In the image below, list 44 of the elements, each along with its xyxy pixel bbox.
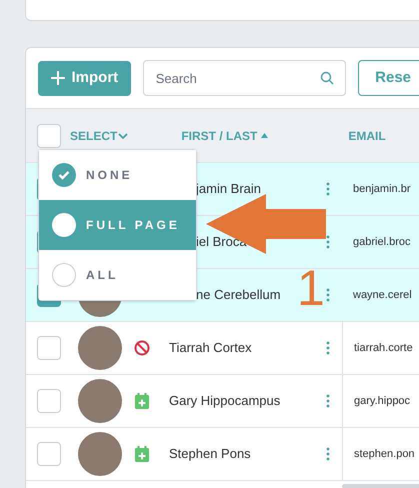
more-icon[interactable] bbox=[326, 447, 330, 461]
email-text: benjamin.br bbox=[353, 182, 410, 197]
reset-button[interactable]: Rese bbox=[358, 60, 419, 96]
select-header[interactable]: SELECT bbox=[70, 126, 128, 144]
dropdown-option[interactable]: ALL bbox=[39, 250, 196, 300]
dropdown-option[interactable]: FULL PAGE bbox=[39, 200, 196, 250]
row-checkbox[interactable] bbox=[37, 336, 61, 360]
email-text: stephen.pon bbox=[354, 446, 415, 462]
more-icon[interactable] bbox=[326, 288, 330, 302]
name-text: Gary Hippocampus bbox=[169, 392, 280, 410]
step-number: 1 bbox=[297, 268, 325, 308]
sort-up-icon bbox=[261, 133, 268, 138]
plus-icon bbox=[50, 71, 65, 85]
email-text: tiarrah.corte bbox=[354, 340, 413, 356]
table-row[interactable]: Tiarrah Cortex tiarrah.corte bbox=[26, 322, 419, 375]
name-text: jamin Brain bbox=[196, 180, 262, 198]
search-icon bbox=[320, 71, 334, 85]
email-text: wayne.cerel bbox=[353, 288, 412, 303]
more-icon[interactable] bbox=[326, 341, 330, 355]
table-row[interactable]: Stephen Pons stephen.pon bbox=[26, 428, 419, 481]
row-checkbox[interactable] bbox=[37, 442, 61, 466]
calendar-plus-icon bbox=[135, 446, 149, 462]
ban-icon bbox=[134, 340, 150, 356]
import-button[interactable]: Import bbox=[38, 60, 131, 96]
name-header[interactable]: FIRST / LAST bbox=[181, 126, 268, 144]
avatar-placeholder bbox=[78, 326, 122, 370]
name-text: Stephen Pons bbox=[169, 445, 251, 464]
table-row[interactable]: Gary Hippocampus gary.hippoc bbox=[26, 375, 419, 428]
name-text: ne Cerebellum bbox=[196, 286, 281, 304]
more-icon[interactable] bbox=[326, 394, 330, 408]
row-checkbox[interactable] bbox=[37, 124, 61, 148]
email-text: gabriel.broc bbox=[353, 234, 410, 250]
avatar-placeholder bbox=[78, 379, 122, 423]
email-header: EMAIL bbox=[348, 128, 386, 144]
name-text: Tiarrah Cortex bbox=[169, 339, 252, 358]
dropdown-option[interactable]: NONE bbox=[39, 150, 196, 200]
row-checkbox[interactable] bbox=[37, 389, 61, 413]
avatar-placeholder bbox=[78, 432, 122, 476]
search-field[interactable]: Search bbox=[142, 60, 346, 96]
email-text: gary.hippoc bbox=[354, 394, 410, 409]
calendar-plus-icon bbox=[135, 393, 149, 409]
more-icon[interactable] bbox=[326, 235, 330, 249]
chevron-down-icon bbox=[118, 132, 128, 140]
more-icon[interactable] bbox=[326, 182, 330, 196]
